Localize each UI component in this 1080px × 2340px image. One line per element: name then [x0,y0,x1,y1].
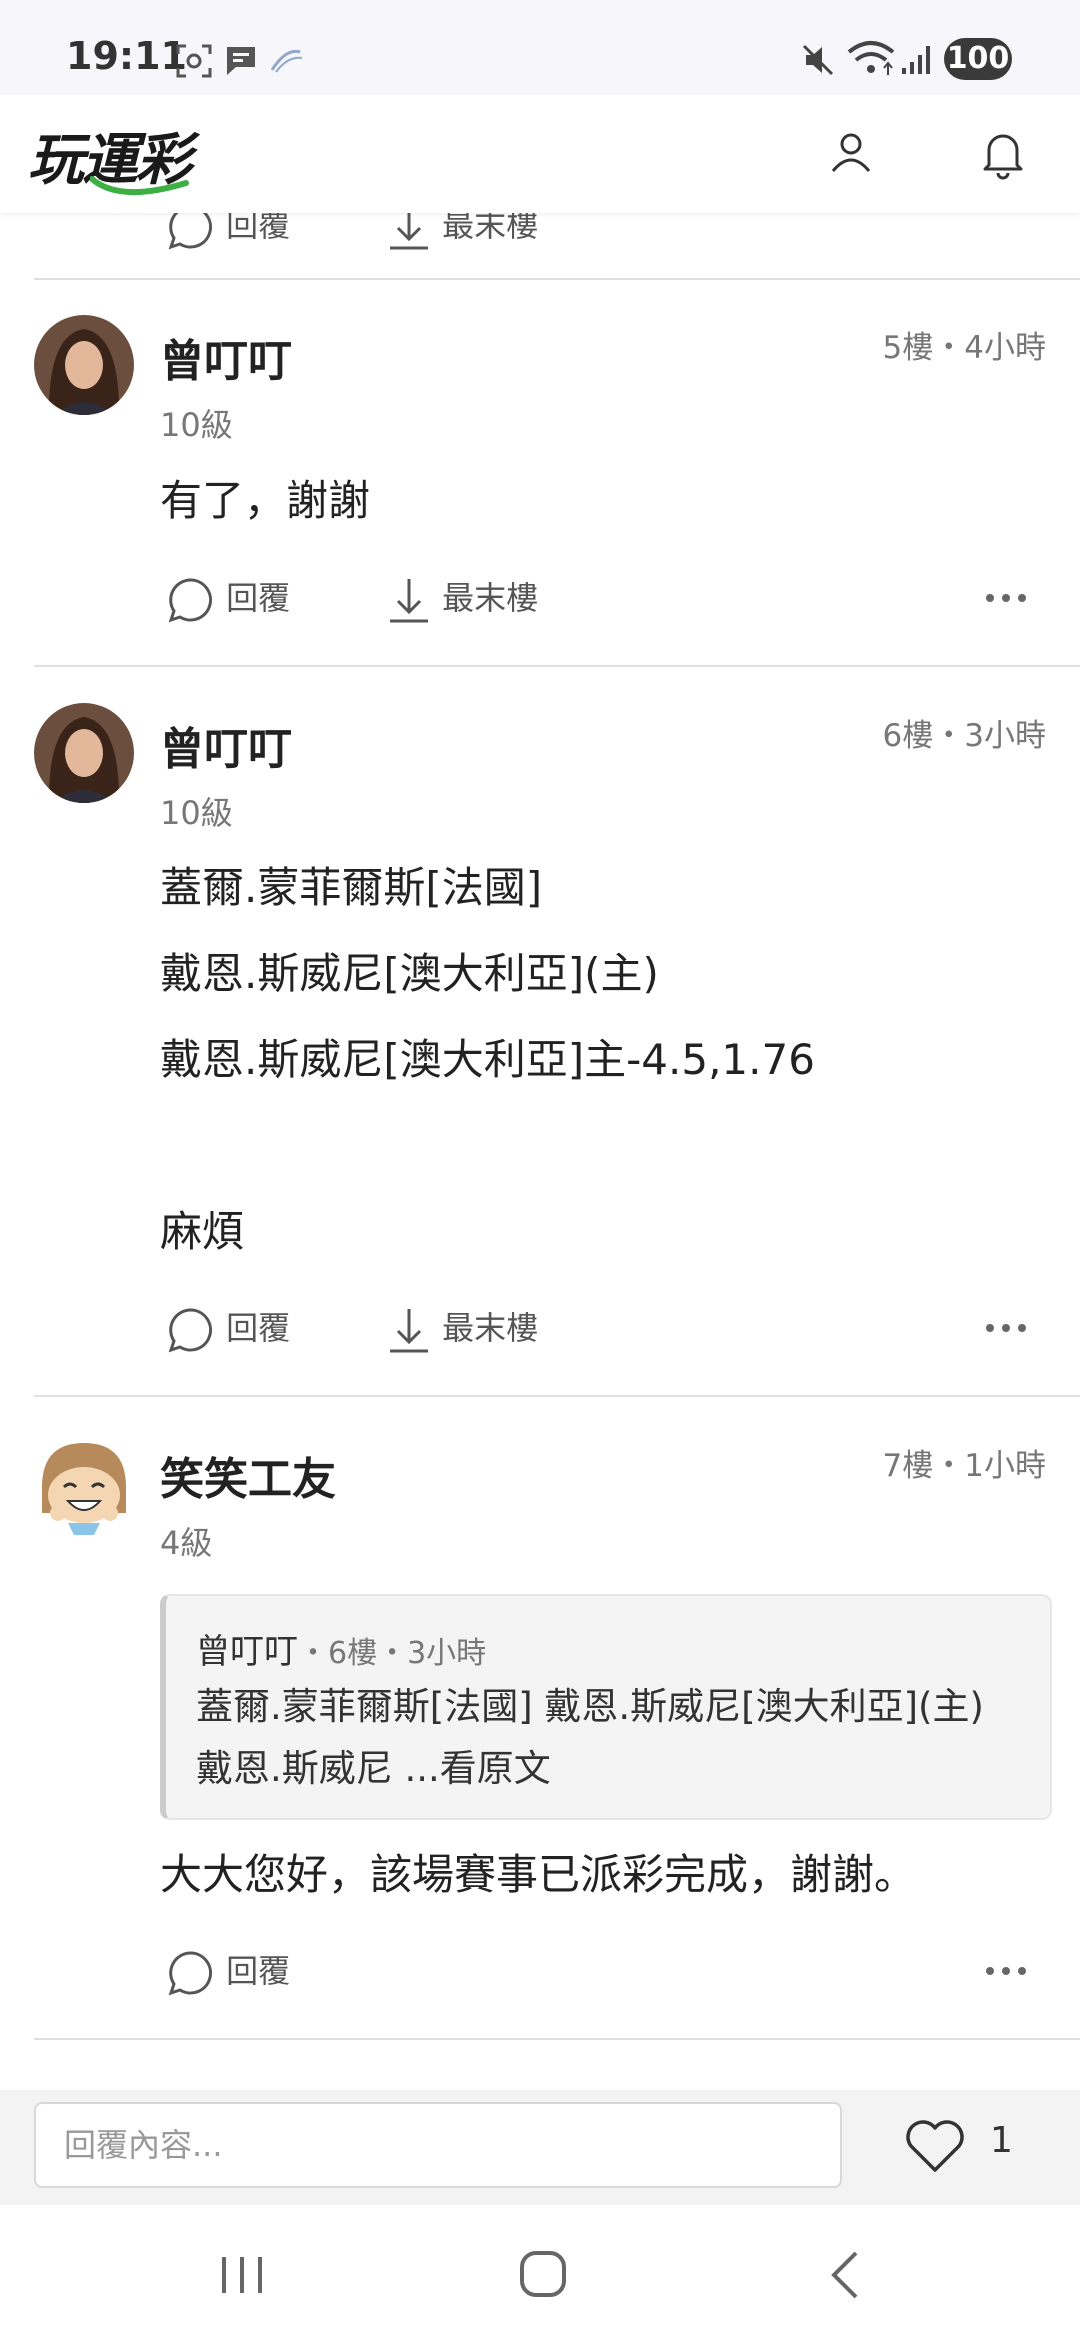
user-level: 4級 [160,1524,213,1562]
comment-icon [168,1951,212,1996]
app-header: 玩運彩 [0,95,1080,213]
floor-time-meta: 7樓・1小時 [882,1448,1046,1484]
quote-text: 蓋爾.蒙菲爾斯[法國] 戴恩.斯威尼[澳大利亞](主) 戴恩.斯威尼 ...看原… [196,1676,1036,1800]
avatar-image [34,703,134,803]
avatar[interactable] [34,1435,134,1535]
back-icon[interactable] [826,2249,866,2301]
download-icon [390,1309,428,1353]
post-divider [34,2038,1080,2040]
mute-icon [802,44,834,76]
reply-label: 回覆 [226,1952,291,1990]
username[interactable]: 曾叮叮 [160,325,292,389]
quote-line: 蓋爾.蒙菲爾斯[法國] 戴恩.斯威尼[澳大利亞](主) [196,1685,984,1728]
last-floor-button[interactable]: 最末樓 [386,1303,538,1355]
quote-header: 曾叮叮・6樓・3小時 [196,1624,486,1673]
quote-author: 曾叮叮 [196,1632,298,1672]
comment-icon [168,578,212,623]
more-options-icon[interactable] [984,1318,1028,1338]
more-options-icon[interactable] [984,1961,1028,1981]
user-icon[interactable] [823,125,879,181]
post-content: 蓋爾.蒙菲爾斯[法國] 戴恩.斯威尼[澳大利亞](主) 戴恩.斯威尼[澳大利亞]… [160,845,815,1275]
content-line: 戴恩.斯威尼[澳大利亞]主-4.5,1.76 [160,1035,815,1084]
content-line: 有了，謝謝 [160,476,371,525]
more-options-icon[interactable] [984,588,1028,608]
wifi-icon [847,41,895,75]
post-content: 有了，謝謝 [160,458,370,544]
content-line [160,1103,815,1189]
recent-apps-icon[interactable] [218,2253,266,2297]
quote-line: 戴恩.斯威尼 ...看原文 [196,1747,551,1790]
user-level: 10級 [160,406,233,444]
content-line: 大大您好，該場賽事已派彩完成，謝謝。 [160,1850,917,1899]
app-logo[interactable]: 玩運彩 [28,115,228,196]
status-time: 19:11 [66,34,187,78]
quote-meta: ・6樓・3小時 [298,1636,487,1671]
quoted-post[interactable]: 曾叮叮・6樓・3小時 蓋爾.蒙菲爾斯[法國] 戴恩.斯威尼[澳大利亞](主) 戴… [160,1594,1052,1820]
avatar[interactable] [34,703,134,803]
status-bar: 19:11 100 [0,0,1080,95]
reply-label: 回覆 [226,1309,291,1347]
system-nav-bar [0,2205,1080,2340]
post-content: 大大您好，該場賽事已派彩完成，謝謝。 [160,1832,916,1918]
floor-time-meta: 6樓・3小時 [882,718,1046,754]
content-line: 麻煩 [160,1207,245,1256]
like-count: 1 [990,2120,1013,2161]
home-icon[interactable] [518,2249,568,2299]
reply-bar: 回覆內容... 1 [0,2090,1080,2205]
comment-icon [168,1308,212,1353]
reply-button[interactable]: 回覆 [166,1946,290,1998]
screenshot-icon [176,44,212,78]
content-line: 戴恩.斯威尼[澳大利亞](主) [160,949,659,998]
reply-button[interactable]: 回覆 [166,573,290,625]
avatar[interactable] [34,315,134,415]
avatar-image [34,1435,134,1535]
message-icon [227,47,255,75]
reply-button[interactable]: 回覆 [166,1303,290,1355]
last-floor-button[interactable]: 最末樓 [386,573,538,625]
heart-icon[interactable] [904,2118,966,2174]
app-notification-icon [270,49,303,73]
reply-input[interactable]: 回覆內容... [34,2102,842,2188]
reply-label: 回覆 [226,579,291,617]
download-icon [390,579,428,623]
post-divider [34,665,1080,667]
battery-indicator: 100 [944,38,1012,80]
signal-icon [902,46,930,74]
bell-icon[interactable] [975,125,1031,181]
content-line: 蓋爾.蒙菲爾斯[法國] [160,863,543,912]
last-floor-label: 最末樓 [442,579,539,617]
floor-time-meta: 5樓・4小時 [882,330,1046,366]
post-divider [34,278,1080,280]
username[interactable]: 曾叮叮 [160,713,292,777]
user-level: 10級 [160,794,233,832]
post-divider [34,1395,1080,1397]
username[interactable]: 笑笑工友 [160,1443,336,1507]
logo-swoosh [90,176,189,196]
last-floor-label: 最末樓 [442,1309,539,1347]
avatar-image [34,315,134,415]
